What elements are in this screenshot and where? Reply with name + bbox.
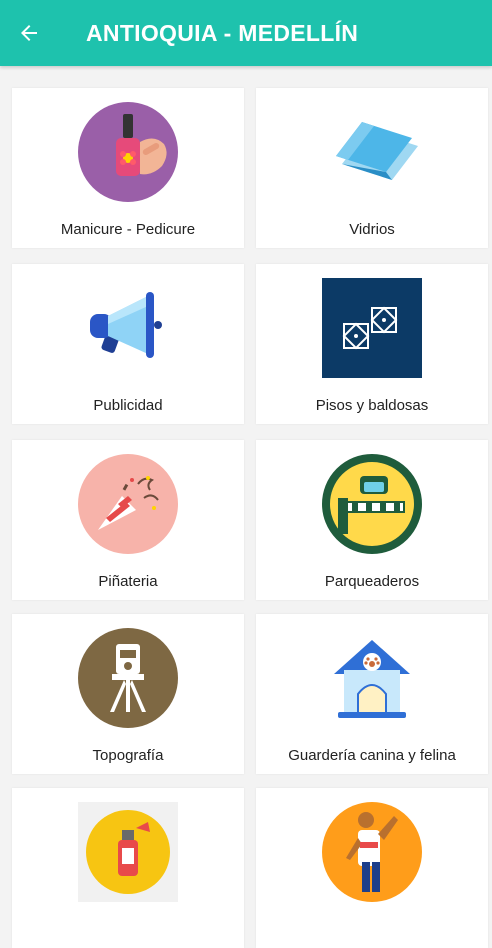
category-label: Topografía [92,747,164,764]
category-label: Pisos y baldosas [315,397,429,414]
category-card-publicidad[interactable]: Publicidad [12,264,244,424]
category-card-item-9[interactable] [12,788,244,948]
category-label: Vidrios [349,221,395,238]
app-bar: ANTIOQUIA - MEDELLÍN [0,0,492,66]
category-card-topografia[interactable]: Topografía [12,614,244,774]
category-card-guarderia[interactable]: Guardería canina y felina [256,614,488,774]
category-label: Manicure - Pedicure [60,221,196,238]
spray-can-icon [78,802,178,902]
category-card-manicure[interactable]: Manicure - Pedicure [12,88,244,248]
category-card-pisos[interactable]: Pisos y baldosas [256,264,488,424]
party-popper-icon [78,454,178,554]
parking-barrier-icon [322,454,422,554]
back-button[interactable] [0,0,58,66]
category-card-pinateria[interactable]: Piñateria [12,440,244,600]
pet-house-icon [322,628,422,728]
megaphone-icon [78,278,178,378]
floor-tiles-icon [322,278,422,378]
category-label: Publicidad [93,397,163,414]
category-label: Piñateria [98,573,158,590]
arrow-left-icon [21,25,37,41]
category-label: Parqueaderos [324,573,420,590]
theodolite-icon [78,628,178,728]
category-card-parqueaderos[interactable]: Parqueaderos [256,440,488,600]
glass-panes-icon [322,102,422,202]
category-card-item-10[interactable] [256,788,488,948]
category-label: Guardería canina y felina [288,747,456,764]
nail-polish-icon [78,102,178,202]
category-card-vidrios[interactable]: Vidrios [256,88,488,248]
person-waving-icon [322,802,422,902]
page-title: ANTIOQUIA - MEDELLÍN [86,19,359,46]
